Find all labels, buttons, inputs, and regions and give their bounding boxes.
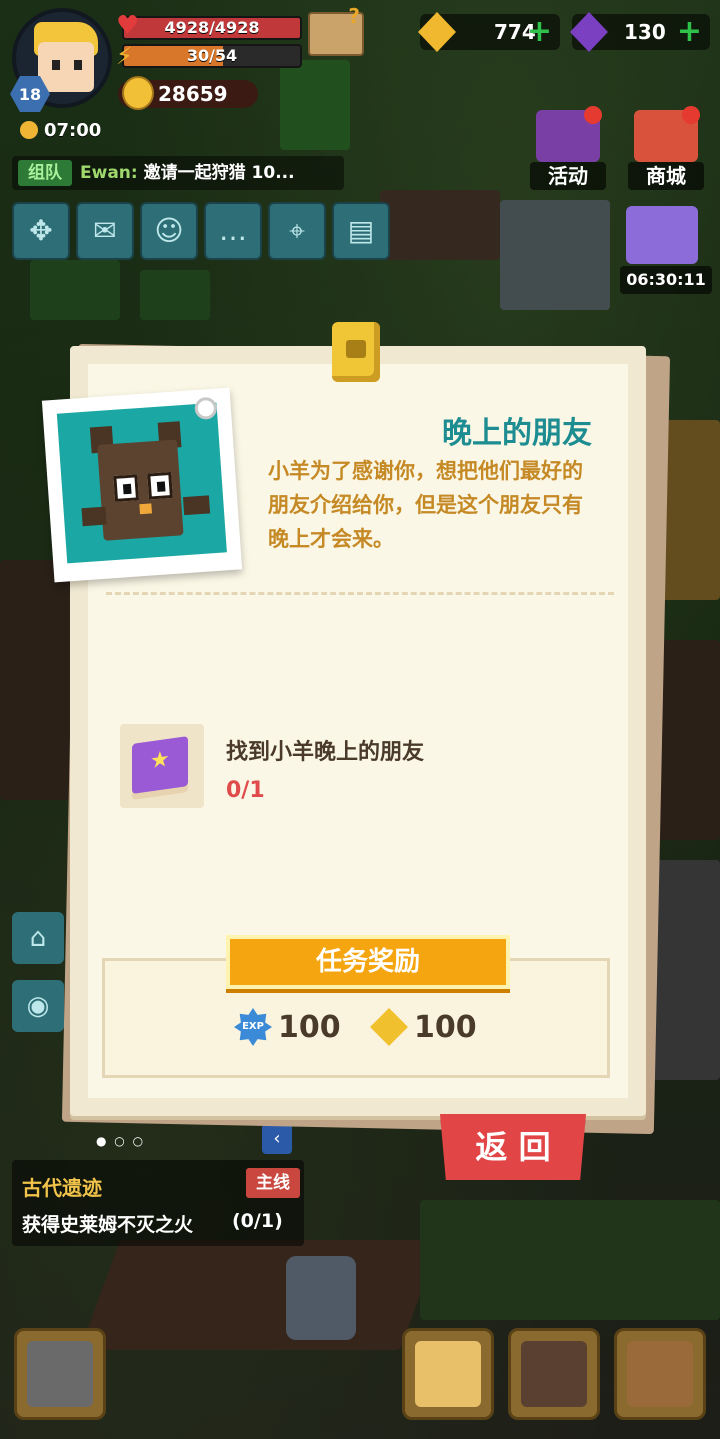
map-icon[interactable]: ⌖ xyxy=(268,202,326,260)
back-button[interactable]: 返 回 xyxy=(440,1114,586,1180)
power-icon xyxy=(122,76,154,110)
quest-description: 小羊为了感谢你，想把他们最好的朋友介绍给你，但是这个朋友只有晚上才会来。 xyxy=(268,459,583,551)
reward-header: 任务奖励 xyxy=(226,935,510,989)
chat-ticker[interactable]: 组队 Ewan: 邀请一起狩猎 10... xyxy=(12,156,344,190)
exp-icon: EXP xyxy=(234,1008,272,1046)
tracker-task: 获得史莱姆不灭之火 xyxy=(22,1214,194,1236)
quest-portrait xyxy=(41,387,243,583)
notification-dot xyxy=(584,106,602,124)
backpack-button[interactable] xyxy=(614,1328,706,1420)
gift-box-icon[interactable] xyxy=(626,206,698,264)
activity-button[interactable]: 活动 xyxy=(530,106,606,190)
panel-pin-icon xyxy=(332,322,380,382)
reward-exp: EXP 100 xyxy=(234,1006,341,1050)
friends-icon[interactable]: ☺ xyxy=(140,202,198,260)
add-gold-button[interactable]: + xyxy=(527,14,552,50)
sun-icon xyxy=(20,121,38,139)
gold-coin-icon xyxy=(370,1008,408,1046)
divider xyxy=(106,592,614,595)
reward-gold: 100 xyxy=(370,1006,477,1050)
add-gem-button[interactable]: + xyxy=(677,14,702,50)
tracker-quest-title: 古代遗迹 xyxy=(22,1176,102,1200)
gold-currency: 774 + xyxy=(418,12,560,52)
objective-icon: ★ xyxy=(120,724,204,808)
chat-sender: Ewan: xyxy=(80,163,138,183)
activity-label: 活动 xyxy=(530,162,606,190)
hp-value: 4928/4928 xyxy=(164,18,260,37)
quest-book-icon[interactable]: ? xyxy=(308,4,364,56)
expand-icon[interactable]: ✥ xyxy=(12,202,70,260)
player-character xyxy=(286,1256,356,1340)
gem-icon xyxy=(570,12,608,52)
pet-button[interactable] xyxy=(402,1328,494,1420)
chat-message: 邀请一起狩猎 10... xyxy=(143,163,295,183)
collapse-arrow-icon[interactable]: ‹ xyxy=(262,1124,292,1154)
energy-value: 30/54 xyxy=(186,46,238,65)
event-timer: 06:30:11 xyxy=(620,266,712,294)
main-quest-tag: 主线 xyxy=(246,1168,300,1198)
book-icon: ★ xyxy=(132,736,188,794)
energy-bar: 30/54 xyxy=(122,44,302,68)
quest-title: 晚上的朋友 xyxy=(442,416,592,451)
game-clock: 07:00 xyxy=(20,120,101,141)
location-pin-icon[interactable]: ◉ xyxy=(12,980,64,1032)
objective-progress: 0/1 xyxy=(226,778,265,803)
home-icon[interactable]: ⌂ xyxy=(12,912,64,964)
hammer-icon xyxy=(27,1341,93,1407)
shop-button[interactable]: 商城 xyxy=(628,106,704,190)
objective-text: 找到小羊晚上的朋友 xyxy=(226,740,425,765)
hp-bar: 4928/4928 xyxy=(122,16,302,40)
tracker-progress: (0/1) xyxy=(232,1210,283,1232)
backpack-icon xyxy=(627,1341,693,1407)
gold-coin-icon xyxy=(418,12,456,52)
mail-icon[interactable]: ✉ xyxy=(76,202,134,260)
animals-icon xyxy=(521,1341,587,1407)
gem-currency: 130 + xyxy=(570,12,710,52)
page-dots: ● ○ ○ xyxy=(96,1134,146,1148)
chat-channel-tag: 组队 xyxy=(18,160,72,186)
combat-power: 28659 xyxy=(118,76,258,110)
quest-board-icon[interactable]: ▤ xyxy=(332,202,390,260)
notification-dot xyxy=(682,106,700,124)
build-hammer-button[interactable] xyxy=(14,1328,106,1420)
shop-label: 商城 xyxy=(628,162,704,190)
chat-icon[interactable]: … xyxy=(204,202,262,260)
pet-icon xyxy=(415,1341,481,1407)
companions-button[interactable] xyxy=(508,1328,600,1420)
